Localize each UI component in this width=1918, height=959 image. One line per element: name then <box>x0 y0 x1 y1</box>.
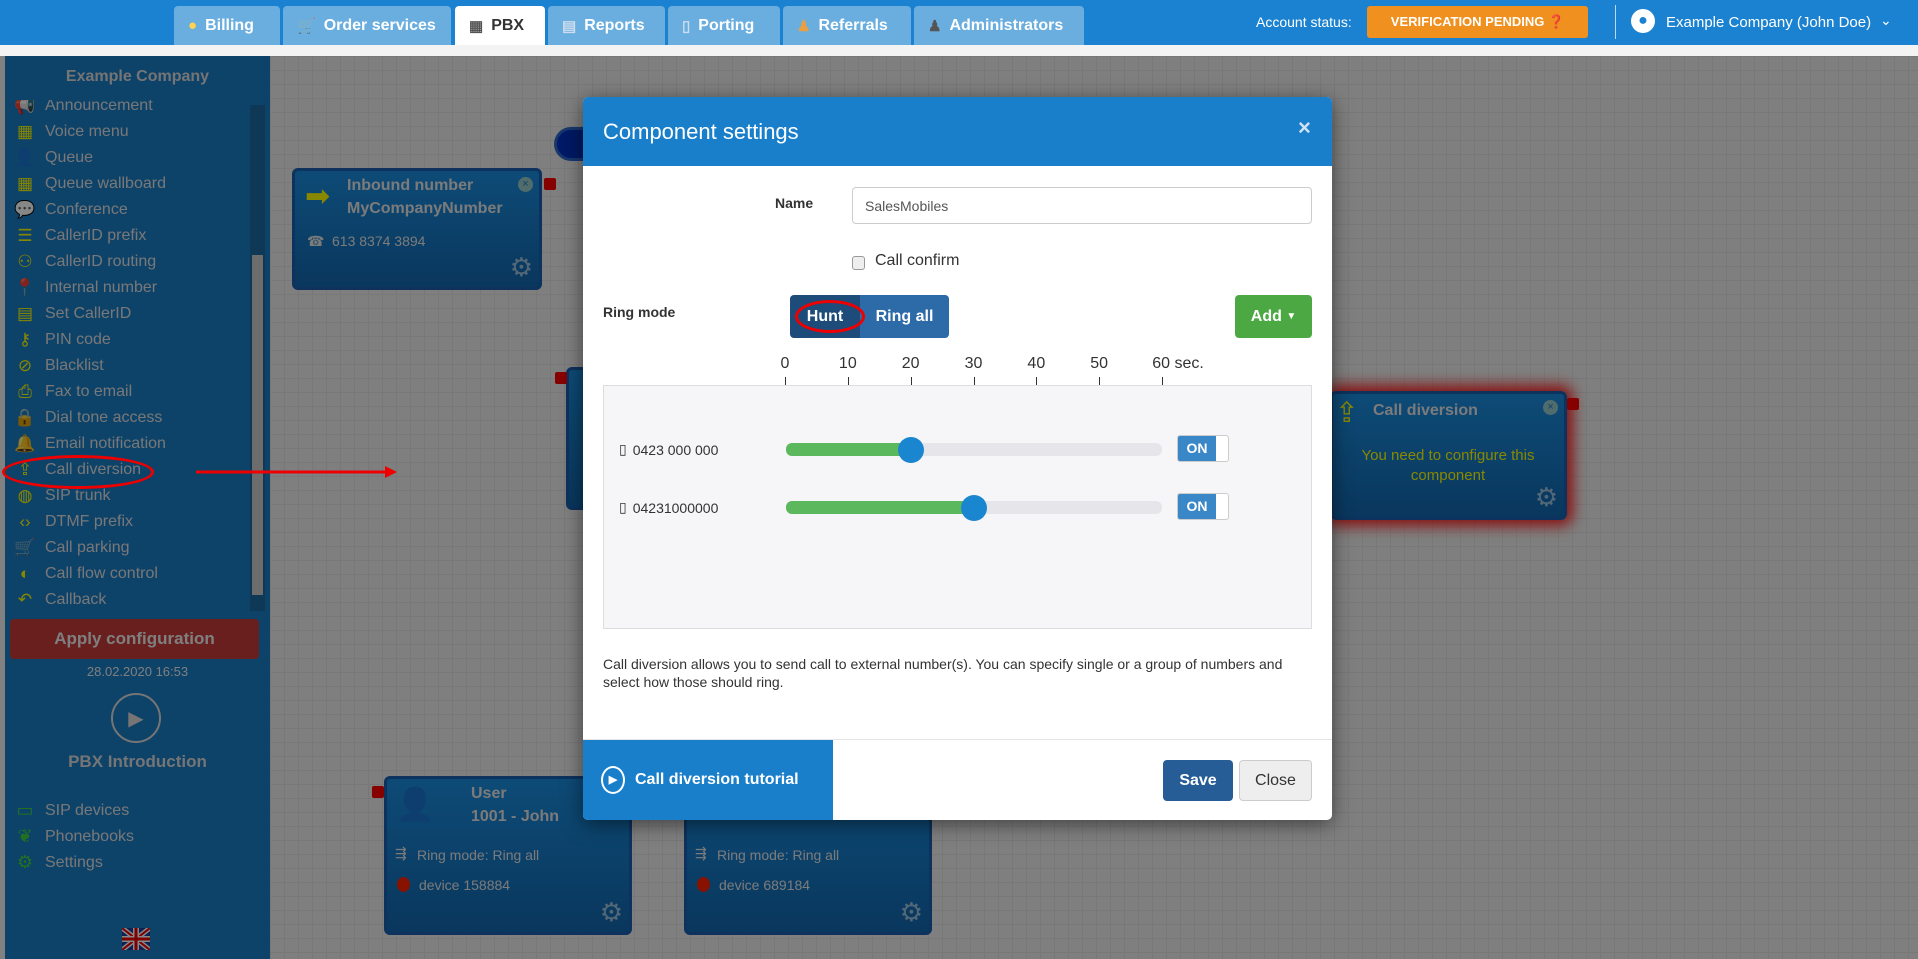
delay-slider-track[interactable] <box>786 443 1162 456</box>
timeline-tick-mark <box>847 377 849 385</box>
ring-mode-label: Ring mode <box>603 304 676 320</box>
timeline-tick-mark <box>973 377 975 385</box>
tab-administrators[interactable]: ♟ Administrators <box>914 6 1084 45</box>
component-description: Call diversion allows you to send call t… <box>603 656 1283 690</box>
phone-icon: ▯ <box>682 17 691 35</box>
pbx-icon: ▦ <box>469 17 484 35</box>
timeline-tick-label: 50 <box>1090 355 1109 372</box>
annotation-ellipse <box>795 300 865 333</box>
timeline-tick-label: 40 <box>1027 355 1046 372</box>
save-button[interactable]: Save <box>1163 760 1233 801</box>
timeline-tick-mark <box>1162 377 1163 385</box>
cart-icon: 🛒 <box>297 17 316 35</box>
numbers-panel: ▯ 0423 000 000 ON ▯ 04231000000 ON <box>603 385 1312 629</box>
timeline-tick-label: 10 <box>838 355 857 372</box>
timeline-tick-mark <box>910 377 912 385</box>
top-navigation: ● Billing 🛒 Order services ▦ PBX ▤ Reports ▯… <box>0 0 1918 45</box>
mobile-phone-icon: ▯ <box>619 441 627 457</box>
timeline-tick-mark <box>1036 377 1038 385</box>
user-menu[interactable]: Example Company (John Doe) <box>1666 14 1871 31</box>
tab-order-services[interactable]: 🛒 Order services <box>283 6 451 45</box>
account-status-label: Account status: <box>1256 14 1352 30</box>
delay-slider-handle[interactable] <box>961 495 987 521</box>
number-enabled-toggle[interactable]: ON <box>1177 493 1229 520</box>
timeline-tick-mark <box>785 377 786 385</box>
ring-mode-ring-all-button[interactable]: Ring all <box>860 295 949 338</box>
close-button[interactable]: Close <box>1239 760 1312 801</box>
modal-title: Component settings <box>603 119 799 144</box>
avatar-icon[interactable]: ● <box>1631 9 1655 33</box>
divider <box>1615 5 1616 39</box>
verification-status-badge[interactable]: VERIFICATION PENDING ❓ <box>1367 6 1588 38</box>
add-button[interactable]: Add ▼ <box>1235 295 1312 338</box>
number-enabled-toggle[interactable]: ON <box>1177 435 1229 462</box>
number-row-label: ▯ 04231000000 <box>619 499 719 516</box>
coins-icon: ● <box>188 17 198 34</box>
tab-porting[interactable]: ▯ Porting <box>668 6 780 45</box>
call-confirm-label: Call confirm <box>875 252 960 269</box>
tab-pbx[interactable]: ▦ PBX <box>455 6 545 45</box>
mobile-phone-icon: ▯ <box>619 499 627 515</box>
caret-down-icon: ▼ <box>1286 311 1297 322</box>
report-icon: ▤ <box>562 17 577 35</box>
play-icon: ▶ <box>601 766 625 794</box>
name-label: Name <box>775 195 814 211</box>
admin-icon: ♟ <box>928 17 942 35</box>
name-input[interactable] <box>852 187 1312 224</box>
modal-header: Component settings × <box>583 97 1332 166</box>
timeline-tick-label: 60 sec. <box>1152 355 1204 372</box>
tab-referrals[interactable]: ♟ Referrals <box>783 6 911 45</box>
delay-slider-handle[interactable] <box>898 437 925 463</box>
call-confirm-checkbox[interactable] <box>852 256 865 270</box>
timeline-tick-mark <box>1099 377 1101 385</box>
delay-slider-fill <box>786 501 974 514</box>
chevron-down-icon[interactable]: ⌄ <box>1880 12 1892 29</box>
close-icon[interactable]: × <box>1298 115 1311 141</box>
call-diversion-tutorial-button[interactable]: ▶ Call diversion tutorial <box>583 740 833 820</box>
person-icon: ♟ <box>797 17 811 35</box>
timeline-tick-label: 20 <box>901 355 920 372</box>
timeline-tick-label: 0 <box>780 355 790 372</box>
annotation-arrow <box>196 466 397 478</box>
delay-slider-fill <box>786 443 912 456</box>
tab-billing[interactable]: ● Billing <box>174 6 280 45</box>
number-row-label: ▯ 0423 000 000 <box>619 441 719 458</box>
tab-reports[interactable]: ▤ Reports <box>548 6 665 45</box>
component-settings-modal: Component settings × Name Call confirm R… <box>583 97 1332 820</box>
annotation-ellipse <box>2 455 154 489</box>
timeline-tick-label: 30 <box>964 355 983 372</box>
